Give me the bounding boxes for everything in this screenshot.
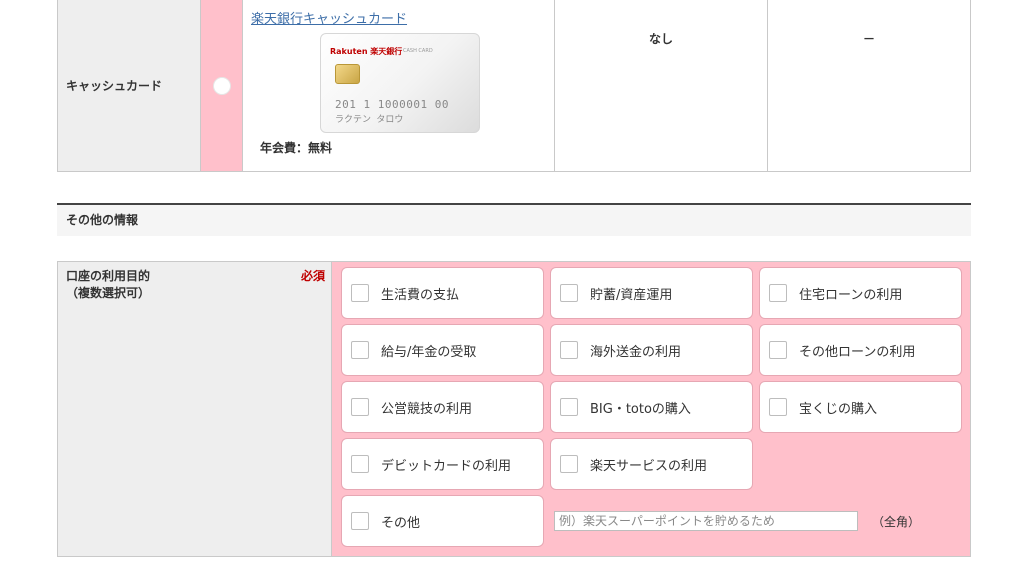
checkbox[interactable] xyxy=(769,341,787,359)
option-label: 生活費の支払 xyxy=(381,287,460,303)
option-label: 公営競技の利用 xyxy=(381,401,473,417)
account-purpose-label-line2: （複数選択可） xyxy=(66,286,151,300)
option-label: 海外送金の利用 xyxy=(590,344,682,360)
checkbox[interactable] xyxy=(560,455,578,473)
option-label: デビットカードの利用 xyxy=(381,458,512,474)
card-number: 201 1 1000001 00 xyxy=(335,98,449,111)
annual-fee: 年会費：無料 xyxy=(260,141,333,155)
option-housing-loan[interactable]: 住宅ローンの利用 xyxy=(759,267,962,319)
card-chip-icon xyxy=(335,64,360,84)
option-other[interactable]: その他 xyxy=(341,495,544,547)
checkbox[interactable] xyxy=(769,398,787,416)
account-purpose-row: 口座の利用目的 （複数選択可） 必須 生活費の支払 貯蓄/資産運用 住宅ローンの… xyxy=(57,261,971,557)
option-lottery[interactable]: 宝くじの購入 xyxy=(759,381,962,433)
option-label: 給与/年金の受取 xyxy=(381,344,477,360)
option-label: その他 xyxy=(381,515,421,531)
account-purpose-label: 口座の利用目的 （複数選択可） 必須 xyxy=(58,262,332,556)
account-purpose-options: 生活費の支払 貯蓄/資産運用 住宅ローンの利用 給与/年金の受取 海外送金の利用… xyxy=(332,262,970,556)
option-savings-investment[interactable]: 貯蓄/資産運用 xyxy=(550,267,753,319)
option-other-loan[interactable]: その他ローンの利用 xyxy=(759,324,962,376)
required-badge: 必須 xyxy=(300,269,325,283)
other-purpose-note: （全角） xyxy=(872,515,921,529)
option-label: 住宅ローンの利用 xyxy=(799,287,903,303)
section-heading-other-info: その他の情報 xyxy=(57,203,971,236)
option-public-racing[interactable]: 公営競技の利用 xyxy=(341,381,544,433)
cash-card-other-value: － xyxy=(862,32,875,46)
option-label: 貯蓄/資産運用 xyxy=(590,287,673,303)
cash-card-row: キャッシュカード 楽天銀行キャッシュカード Rakuten 楽天銀行 CASH … xyxy=(57,0,971,172)
account-purpose-label-line1: 口座の利用目的 xyxy=(66,269,151,283)
option-label: その他ローンの利用 xyxy=(799,344,916,360)
card-holder-name: ラクテン タロウ xyxy=(335,115,404,125)
checkbox[interactable] xyxy=(351,455,369,473)
cash-card-detail: 楽天銀行キャッシュカード Rakuten 楽天銀行 CASH CARD 201 … xyxy=(243,0,555,171)
cash-card-fee-value: なし xyxy=(555,0,768,171)
card-brand-sub: CASH CARD xyxy=(403,48,433,54)
option-label: 宝くじの購入 xyxy=(799,401,878,417)
other-purpose-input[interactable] xyxy=(554,511,858,531)
checkbox[interactable] xyxy=(351,398,369,416)
cash-card-radio-cell xyxy=(201,0,243,171)
checkbox[interactable] xyxy=(560,341,578,359)
cash-card-label: キャッシュカード xyxy=(58,0,201,171)
cash-card-radio[interactable] xyxy=(212,76,231,95)
option-living-expenses[interactable]: 生活費の支払 xyxy=(341,267,544,319)
option-overseas-remittance[interactable]: 海外送金の利用 xyxy=(550,324,753,376)
option-salary-pension[interactable]: 給与/年金の受取 xyxy=(341,324,544,376)
cash-card-image: Rakuten 楽天銀行 CASH CARD 201 1 1000001 00 … xyxy=(320,33,480,133)
option-debit-card[interactable]: デビットカードの利用 xyxy=(341,438,544,490)
option-big-toto[interactable]: BIG・totoの購入 xyxy=(550,381,753,433)
checkbox[interactable] xyxy=(560,284,578,302)
cash-card-link[interactable]: 楽天銀行キャッシュカード xyxy=(251,8,407,27)
option-label: 楽天サービスの利用 xyxy=(590,458,708,474)
checkbox[interactable] xyxy=(769,284,787,302)
checkbox[interactable] xyxy=(351,512,369,530)
option-label: BIG・totoの購入 xyxy=(590,401,691,417)
checkbox[interactable] xyxy=(560,398,578,416)
checkbox[interactable] xyxy=(351,284,369,302)
checkbox[interactable] xyxy=(351,341,369,359)
card-brand-logo: Rakuten 楽天銀行 xyxy=(330,47,403,56)
option-rakuten-services[interactable]: 楽天サービスの利用 xyxy=(550,438,753,490)
